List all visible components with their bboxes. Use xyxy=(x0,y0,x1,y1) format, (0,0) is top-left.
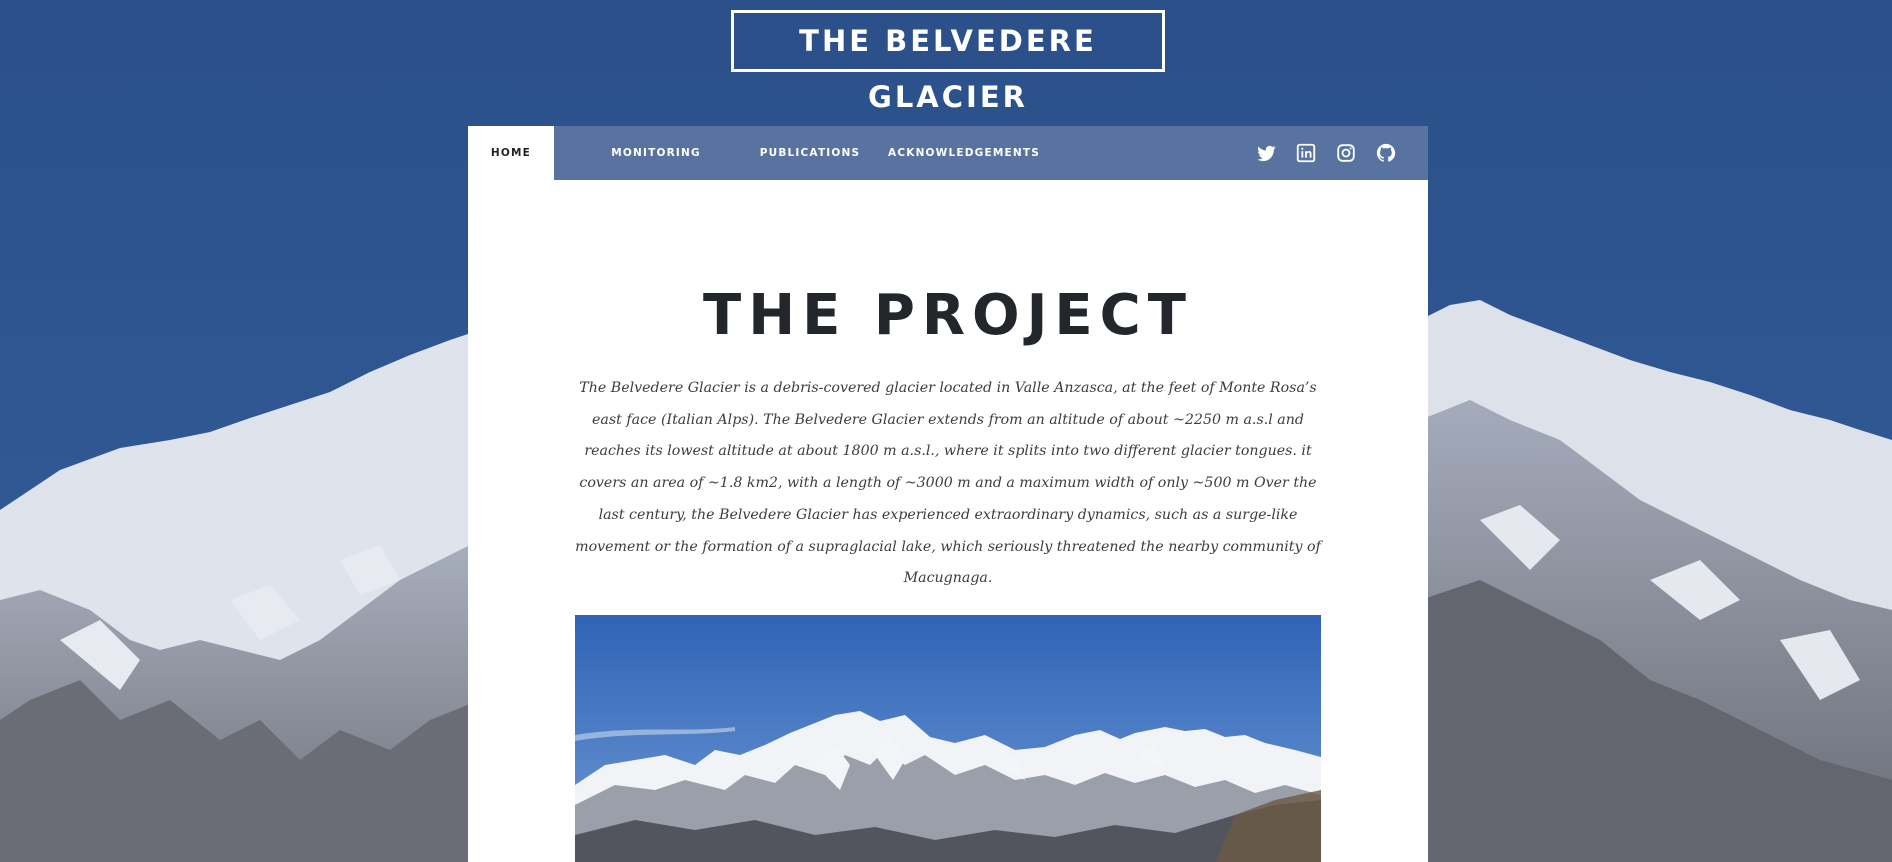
site-title-link[interactable]: THE BELVEDERE GLACIER xyxy=(731,10,1165,114)
intro-paragraph: The Belvedere Glacier is a debris-covere… xyxy=(575,380,1321,587)
twitter-icon[interactable] xyxy=(1255,142,1277,164)
main-panel: HOME MONITORING PROJECT PUBLICATIONS ACK… xyxy=(468,126,1428,862)
nav-item-home[interactable]: HOME xyxy=(468,126,554,180)
nav-item-monitoring-project[interactable]: MONITORING PROJECT xyxy=(580,126,732,213)
nav-item-acknowledgements[interactable]: ACKNOWLEDGEMENTS xyxy=(888,126,1039,180)
github-icon[interactable] xyxy=(1375,142,1397,164)
instagram-icon[interactable] xyxy=(1335,142,1357,164)
linkedin-icon[interactable] xyxy=(1295,142,1317,164)
glacier-photo xyxy=(575,615,1321,862)
nav-item-publications[interactable]: PUBLICATIONS xyxy=(758,126,862,180)
top-navbar: HOME MONITORING PROJECT PUBLICATIONS ACK… xyxy=(468,126,1428,213)
page-heading: THE PROJECT xyxy=(703,283,1193,348)
